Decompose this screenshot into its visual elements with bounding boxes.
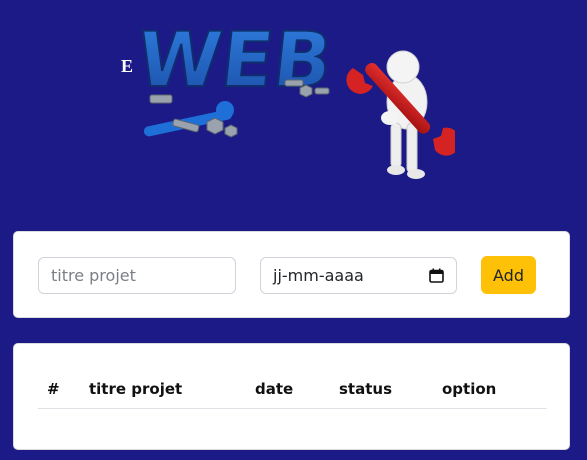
projects-table: # titre projet date status option xyxy=(13,343,570,450)
column-header-title: titre projet xyxy=(89,380,183,398)
date-placeholder: jj-mm-aaaa xyxy=(273,266,364,285)
figure-holding-wrench-icon xyxy=(346,50,461,179)
table-header: # titre projet date status option xyxy=(38,366,547,409)
project-date-input[interactable]: jj-mm-aaaa xyxy=(260,257,457,294)
add-project-form: jj-mm-aaaa Add xyxy=(13,231,570,318)
column-header-status: status xyxy=(339,380,392,398)
column-header-number: # xyxy=(47,380,60,398)
project-title-input[interactable] xyxy=(38,257,236,294)
add-button[interactable]: Add xyxy=(481,256,536,294)
calendar-icon[interactable] xyxy=(429,268,444,283)
banner-small-text: E xyxy=(121,56,133,76)
column-header-date: date xyxy=(255,380,294,398)
banner-illustration: E WEB xyxy=(115,10,461,190)
web-maintenance-illustration: E WEB xyxy=(121,14,461,179)
column-header-option: option xyxy=(442,380,497,398)
